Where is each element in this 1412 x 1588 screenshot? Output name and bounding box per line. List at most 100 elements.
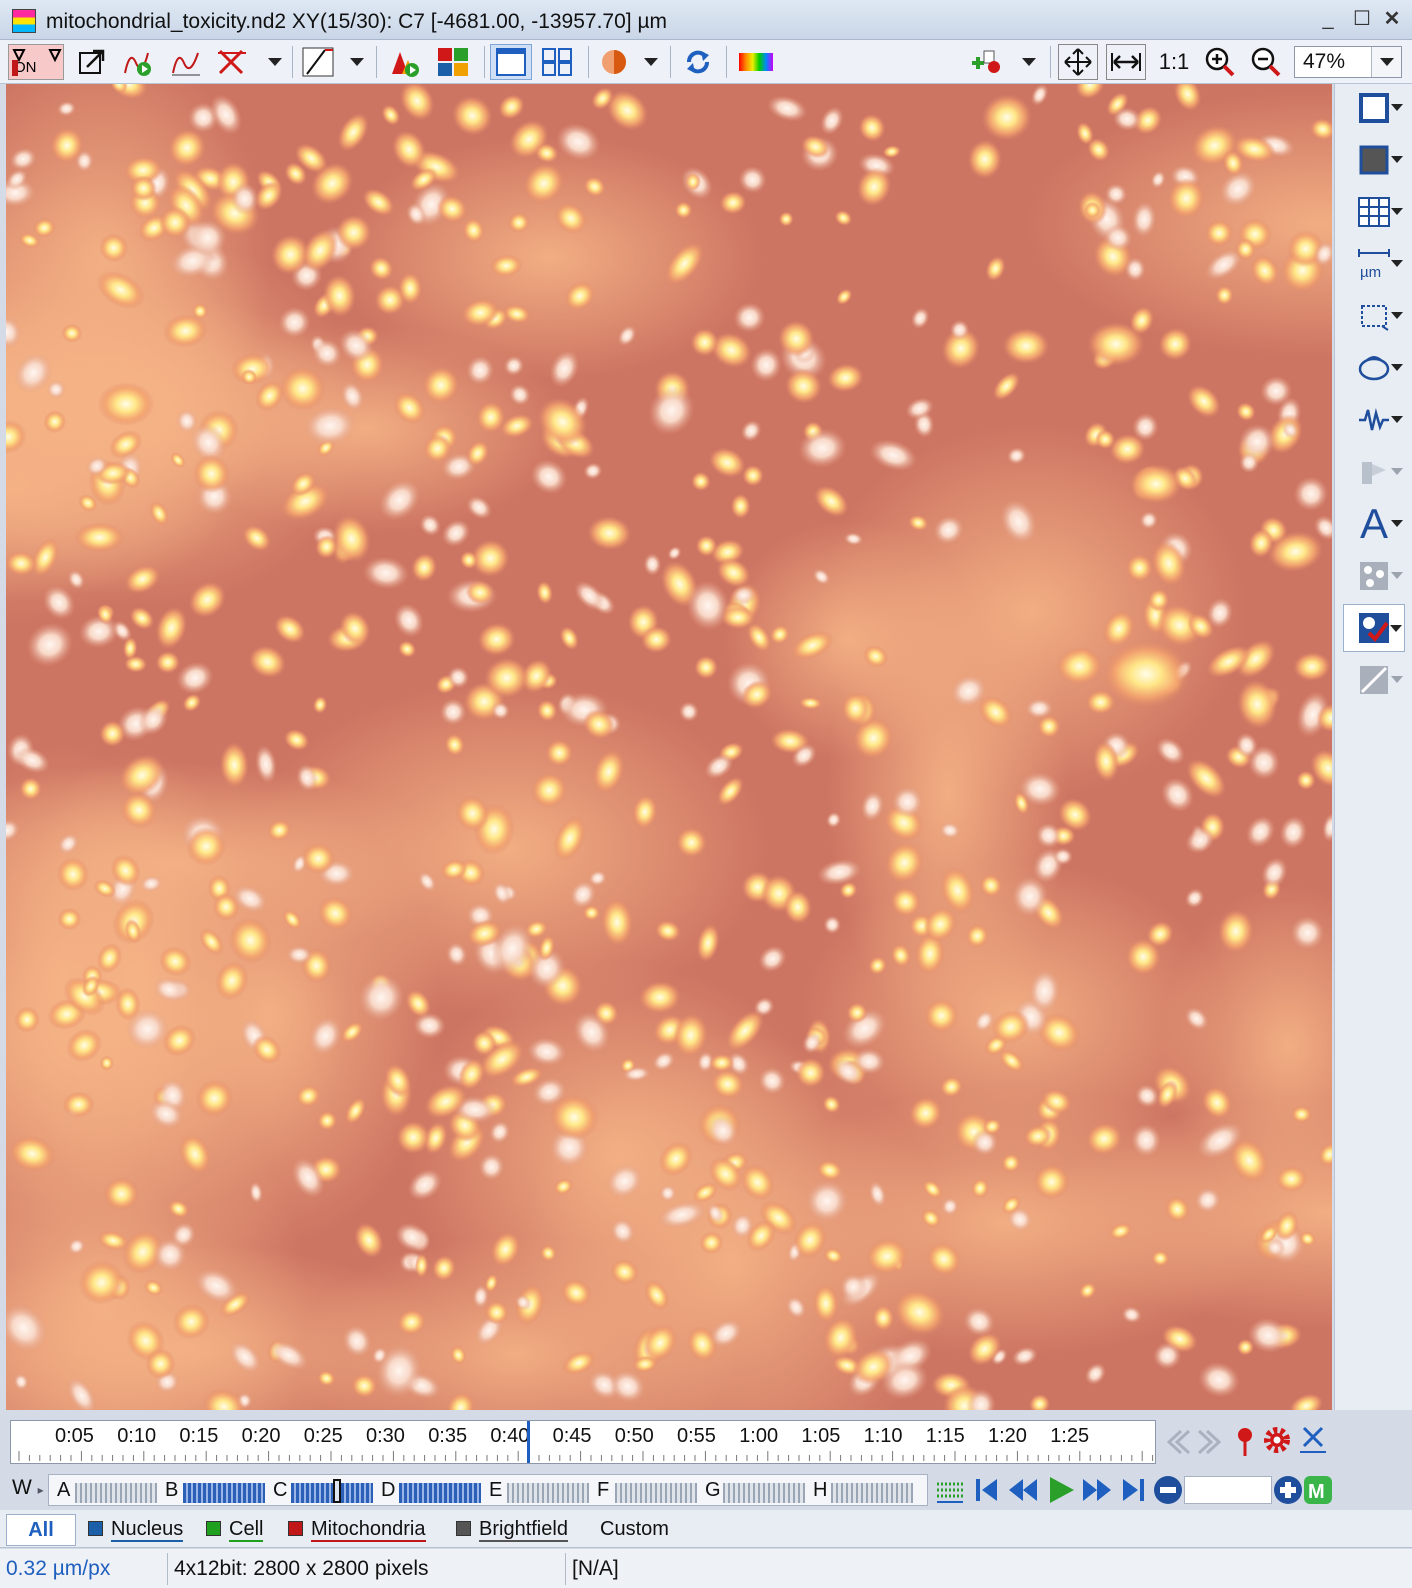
export-arrow-icon[interactable]	[74, 44, 110, 80]
single-view-icon[interactable]	[490, 44, 532, 80]
well-column-F[interactable]: F	[597, 1479, 609, 1502]
grid-icon[interactable]	[1343, 188, 1405, 236]
quad-view-icon[interactable]	[538, 44, 576, 80]
lut-on-icon[interactable]: ON	[8, 44, 64, 80]
speed-field[interactable]	[1184, 1476, 1272, 1504]
well-strip[interactable]	[399, 1483, 481, 1503]
zoom-out-icon[interactable]	[1246, 44, 1286, 80]
chevron-down-icon[interactable]	[1371, 47, 1401, 77]
tab-cell[interactable]: Cell	[196, 1514, 278, 1546]
curve-icon[interactable]	[168, 44, 204, 80]
timeline-label: 1:15	[925, 1425, 965, 1447]
tab-brightfield[interactable]: Brightfield	[446, 1514, 590, 1546]
rect-roi-tool[interactable]	[1343, 84, 1405, 132]
gear-icon[interactable]	[1260, 1422, 1294, 1458]
fit-screen-icon[interactable]	[1058, 44, 1098, 80]
step-forward-icon[interactable]	[1196, 1424, 1226, 1460]
well-strip[interactable]	[507, 1483, 589, 1503]
bright-cell	[1002, 328, 1050, 364]
toolbar-separator	[1050, 46, 1051, 78]
spectrum-icon[interactable]	[736, 44, 776, 80]
well-strip[interactable]	[723, 1483, 805, 1503]
movie-icon[interactable]: M	[1302, 1474, 1334, 1506]
well-strip[interactable]	[831, 1483, 913, 1503]
well-column-B[interactable]: B	[165, 1479, 178, 1502]
triangle-play-icon[interactable]	[386, 44, 424, 80]
rewind-icon[interactable]	[1006, 1472, 1040, 1508]
marker-dropdown-icon[interactable]	[1022, 58, 1036, 66]
fit-width-icon[interactable]	[1106, 44, 1146, 80]
zoom-in-icon[interactable]	[1200, 44, 1240, 80]
zoom-select[interactable]: 47%	[1294, 46, 1402, 78]
zoom-value: 47%	[1303, 50, 1346, 73]
speed-increase-icon[interactable]	[1272, 1474, 1304, 1506]
channel-grid-icon[interactable]	[434, 44, 472, 80]
well-column-G[interactable]: G	[705, 1479, 721, 1502]
well-column-D[interactable]: D	[381, 1479, 395, 1502]
clear-range-icon[interactable]	[1296, 1422, 1330, 1458]
last-frame-icon[interactable]	[1116, 1472, 1150, 1508]
main-toolbar: ON 1:1 47%	[0, 40, 1412, 84]
first-frame-icon[interactable]	[970, 1472, 1004, 1508]
color-circle-icon[interactable]	[596, 44, 632, 80]
well-column-H[interactable]: H	[813, 1479, 827, 1502]
wells-navigator: W ▸ A B C D E F G H M	[8, 1472, 1412, 1508]
timelapse-icon[interactable]	[934, 1474, 966, 1506]
curve-dropdown-icon[interactable]	[268, 58, 282, 66]
filled-rect-icon[interactable]	[1343, 136, 1405, 184]
one-to-one-button[interactable]: 1:1	[1154, 44, 1194, 80]
classify-check-icon[interactable]	[1343, 604, 1405, 652]
crop-icon[interactable]	[1343, 292, 1405, 340]
line-profile-icon[interactable]	[298, 44, 338, 80]
fast-forward-icon[interactable]	[1080, 1472, 1114, 1508]
scale-bar-icon[interactable]: µm	[1343, 240, 1405, 288]
tab-custom[interactable]: Custom	[590, 1514, 690, 1546]
timeline-label: 0:35	[428, 1425, 468, 1447]
well-strip[interactable]	[183, 1483, 265, 1503]
tab-mitochondria[interactable]: Mitochondria	[278, 1514, 446, 1546]
bright-cell	[1130, 464, 1182, 504]
add-marker-icon[interactable]	[966, 44, 1006, 80]
image-viewport[interactable]	[6, 84, 1332, 1410]
well-column-C[interactable]: C	[273, 1479, 287, 1502]
waveform-icon[interactable]	[1343, 396, 1405, 444]
speed-decrease-icon[interactable]	[1152, 1474, 1184, 1506]
delete-curve-icon[interactable]	[214, 44, 250, 80]
close-button[interactable]: ✕	[1380, 8, 1404, 32]
well-cursor[interactable]	[333, 1479, 341, 1503]
line-dropdown-icon[interactable]	[350, 58, 364, 66]
timeline-label: 0:50	[614, 1425, 654, 1447]
toolbar-separator	[292, 46, 293, 78]
microscopy-image[interactable]	[6, 84, 1332, 1410]
timeline-label: 1:20	[988, 1425, 1027, 1447]
timeline-label: 1:25	[1050, 1425, 1090, 1447]
pin-icon[interactable]	[1230, 1424, 1260, 1460]
ellipse-roi-icon[interactable]	[1343, 344, 1405, 392]
timeline-label: 0:20	[241, 1425, 281, 1447]
channel-tabs: All Nucleus Cell Mitochondria Brightfield Cus…	[0, 1510, 1412, 1548]
channel-color-swatch	[88, 1521, 103, 1536]
time-slider[interactable]: 0:05 0:10 0:15 0:20 0:25 0:30 0:35 0:40 0:45 0:50…	[10, 1420, 1156, 1464]
text-annotation-icon[interactable]: A	[1343, 500, 1405, 548]
play-curve-icon[interactable]	[120, 44, 156, 80]
wells-track[interactable]: A B C D E F G H	[48, 1474, 928, 1506]
well-strip[interactable]	[615, 1483, 697, 1503]
play-icon[interactable]	[1044, 1472, 1078, 1508]
tab-all[interactable]: All	[6, 1514, 76, 1546]
timeline-playhead[interactable]	[527, 1421, 530, 1463]
tab-label: Cell	[229, 1518, 264, 1542]
color-dropdown-icon[interactable]	[644, 58, 658, 66]
well-strip[interactable]	[75, 1483, 157, 1503]
well-strip[interactable]	[291, 1483, 373, 1503]
refresh-icon[interactable]	[680, 44, 716, 80]
app-icon	[12, 9, 36, 33]
well-column-E[interactable]: E	[489, 1479, 502, 1502]
well-column-A[interactable]: A	[57, 1479, 70, 1502]
step-back-icon[interactable]	[1162, 1424, 1192, 1460]
window-title: mitochondrial_toxicity.nd2 XY(15/30): C7…	[46, 10, 668, 33]
maximize-button[interactable]: ☐	[1350, 8, 1374, 32]
disabled-tool-icon	[1343, 656, 1405, 704]
minimize-button[interactable]: _	[1316, 8, 1340, 32]
tab-nucleus[interactable]: Nucleus	[78, 1514, 196, 1546]
status-scale: 0.32 µm/px	[0, 1553, 168, 1585]
